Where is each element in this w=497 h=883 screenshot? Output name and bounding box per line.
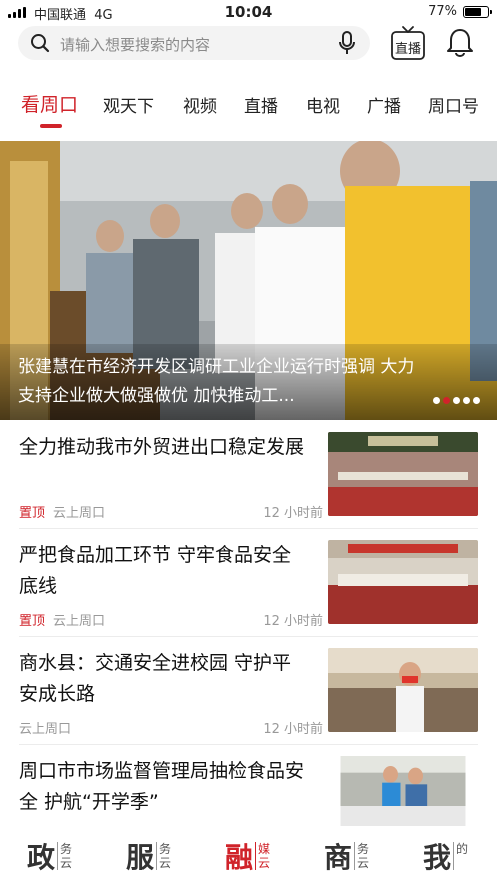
search-input[interactable]: 请输入想要搜索的内容 bbox=[60, 34, 210, 55]
carousel-indicator bbox=[433, 397, 485, 405]
hero-carousel[interactable]: 张建慧在市经济开发区调研工业企业运行时强调 大力支持企业做大做强做优 加快推动工… bbox=[0, 141, 497, 420]
clock: 10:04 bbox=[224, 3, 273, 21]
news-thumbnail[interactable] bbox=[328, 432, 478, 516]
news-time: 12 小时前 bbox=[263, 506, 323, 521]
news-thumbnail[interactable] bbox=[328, 540, 478, 624]
divider bbox=[19, 744, 478, 745]
divider bbox=[19, 528, 478, 529]
news-item[interactable]: 全力推动我市外贸进出口稳定发展 置顶 云上周口 12 小时前 bbox=[0, 432, 497, 540]
tab-video[interactable]: 视频 bbox=[183, 92, 217, 117]
news-title[interactable]: 周口市市场监督管理局抽检食品安全 护航“开学季” bbox=[19, 756, 309, 818]
pinned-badge: 置顶 bbox=[19, 506, 46, 521]
news-title[interactable]: 全力推动我市外贸进出口稳定发展 bbox=[19, 432, 309, 463]
live-tv-button[interactable]: 直播 bbox=[389, 24, 427, 62]
tab-guantianxia[interactable]: 观天下 bbox=[103, 92, 154, 117]
news-meta: 云上周口 12 小时前 bbox=[19, 718, 323, 737]
carousel-dot[interactable] bbox=[473, 397, 480, 404]
active-tab-indicator bbox=[40, 124, 62, 128]
pinned-badge: 置顶 bbox=[19, 614, 46, 629]
microphone-icon[interactable] bbox=[338, 31, 356, 55]
divider bbox=[19, 636, 478, 637]
bell-icon[interactable] bbox=[446, 27, 474, 57]
bottom-navigation: 政 务云 服 务云 融 媒云 商 务云 我 的 bbox=[0, 830, 497, 883]
news-title[interactable]: 商水县：交通安全进校园 守护平安成长路 bbox=[19, 648, 309, 710]
news-source: 云上周口 bbox=[53, 614, 106, 629]
news-time: 12 小时前 bbox=[263, 614, 323, 629]
hero-caption[interactable]: 张建慧在市经济开发区调研工业企业运行时强调 大力支持企业做大做强做优 加快推动工… bbox=[18, 353, 418, 411]
search-bar[interactable]: 请输入想要搜索的内容 bbox=[18, 26, 370, 60]
status-bar: 中国联通 4G 10:04 77% bbox=[0, 0, 497, 24]
channel-tabs: 看周口 观天下 视频 直播 电视 广播 周口号 bbox=[0, 88, 497, 132]
search-icon bbox=[31, 34, 50, 53]
news-meta: 置顶 云上周口 12 小时前 bbox=[19, 610, 323, 629]
tab-zhoukouhao[interactable]: 周口号 bbox=[428, 92, 479, 117]
news-thumbnail[interactable] bbox=[328, 648, 478, 732]
carousel-dot[interactable] bbox=[443, 397, 450, 404]
tab-live[interactable]: 直播 bbox=[244, 92, 278, 117]
news-thumbnail[interactable] bbox=[328, 756, 478, 826]
battery-icon bbox=[463, 6, 492, 18]
tab-tv[interactable]: 电视 bbox=[306, 92, 340, 117]
tab-radio[interactable]: 广播 bbox=[367, 92, 401, 117]
carousel-dot[interactable] bbox=[453, 397, 460, 404]
carousel-dot[interactable] bbox=[433, 397, 440, 404]
news-meta: 置顶 云上周口 12 小时前 bbox=[19, 502, 323, 521]
news-item[interactable]: 严把食品加工环节 守牢食品安全底线 置顶 云上周口 12 小时前 bbox=[0, 540, 497, 648]
carousel-dot[interactable] bbox=[463, 397, 470, 404]
news-source: 云上周口 bbox=[53, 506, 106, 521]
news-time: 12 小时前 bbox=[263, 722, 323, 737]
news-item[interactable]: 商水县：交通安全进校园 守护平安成长路 云上周口 12 小时前 bbox=[0, 648, 497, 756]
news-source: 云上周口 bbox=[19, 722, 72, 737]
news-title[interactable]: 严把食品加工环节 守牢食品安全底线 bbox=[19, 540, 309, 602]
live-label: 直播 bbox=[394, 42, 421, 57]
battery-percent: 77% bbox=[428, 4, 457, 19]
tab-kanzhoukou[interactable]: 看周口 bbox=[21, 90, 78, 117]
